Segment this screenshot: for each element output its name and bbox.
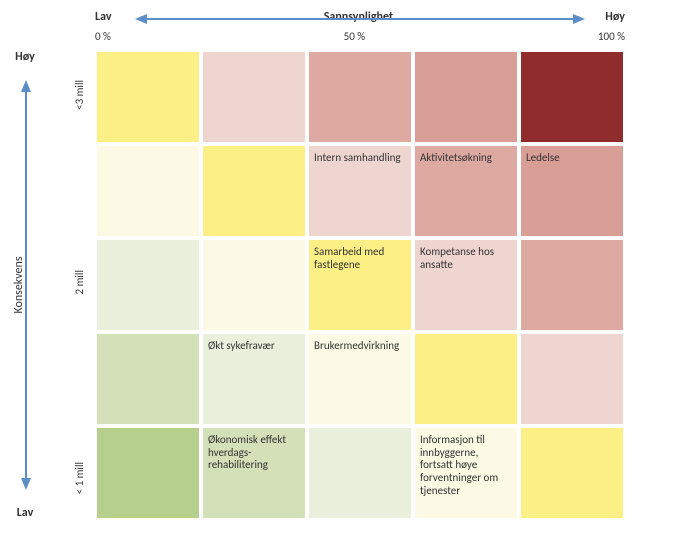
heatmap-cell-r4-c3: Informasjon til innbyggerne, fortsatt hø… <box>413 426 519 520</box>
y-low-label: Lav <box>17 506 34 520</box>
y-axis: Høy Lav Konsekvens <box>10 50 65 520</box>
y-axis-title: Konsekvens <box>12 256 26 313</box>
x-high-label: Høy <box>605 10 625 24</box>
x-axis-arrow-icon <box>135 18 585 20</box>
x-tick-high: 100 % <box>598 30 625 43</box>
heatmap-cell-r2-c1 <box>201 238 307 332</box>
x-axis: Lav Sannsynlighet Høy 0 % 50 % 100 % <box>95 10 625 50</box>
y-tick-high: <3 mill <box>73 80 86 110</box>
y-high-label: Høy <box>15 50 35 64</box>
heatmap-cell-r2-c0 <box>95 238 201 332</box>
heatmap-cell-r1-c0 <box>95 144 201 238</box>
heatmap-cell-r4-c4 <box>519 426 625 520</box>
heatmap-cell-r3-c3 <box>413 332 519 426</box>
y-tick-low: < 1 mill <box>73 462 86 494</box>
heatmap-cell-r0-c2 <box>307 50 413 144</box>
heatmap-grid: Intern samhandlingAktivitetsøkningLedels… <box>95 50 625 520</box>
heatmap-cell-r2-c4 <box>519 238 625 332</box>
x-low-label: Lav <box>95 10 112 24</box>
heatmap-cell-r4-c0 <box>95 426 201 520</box>
y-ticks: <3 mill 2 mill < 1 mill <box>65 50 95 520</box>
heatmap-cell-r0-c3 <box>413 50 519 144</box>
heatmap-cell-r0-c0 <box>95 50 201 144</box>
heatmap-cell-r1-c3: Aktivitetsøkning <box>413 144 519 238</box>
x-tick-low: 0 % <box>95 30 111 43</box>
heatmap-cell-r1-c4: Ledelse <box>519 144 625 238</box>
x-axis-title: Sannsynlighet <box>324 10 393 24</box>
heatmap-cell-r1-c1 <box>201 144 307 238</box>
x-tick-mid: 50 % <box>344 30 366 43</box>
heatmap-cell-r3-c4 <box>519 332 625 426</box>
heatmap-cell-r0-c1 <box>201 50 307 144</box>
heatmap-cell-r4-c1: Økonomisk effekt hverdags-rehabilitering <box>201 426 307 520</box>
heatmap-cell-r3-c0 <box>95 332 201 426</box>
heatmap-cell-r2-c2: Samarbeid med fastlegene <box>307 238 413 332</box>
heatmap-cell-r1-c2: Intern samhandling <box>307 144 413 238</box>
heatmap-cell-r3-c1: Økt sykefravær <box>201 332 307 426</box>
heatmap-cell-r2-c3: Kompetanse hos ansatte <box>413 238 519 332</box>
heatmap-cell-r3-c2: Brukermedvirkning <box>307 332 413 426</box>
heatmap-cell-r0-c4 <box>519 50 625 144</box>
y-tick-mid: 2 mill <box>73 270 86 294</box>
risk-matrix: Lav Sannsynlighet Høy 0 % 50 % 100 % Høy… <box>10 10 667 526</box>
heatmap-cell-r4-c2 <box>307 426 413 520</box>
